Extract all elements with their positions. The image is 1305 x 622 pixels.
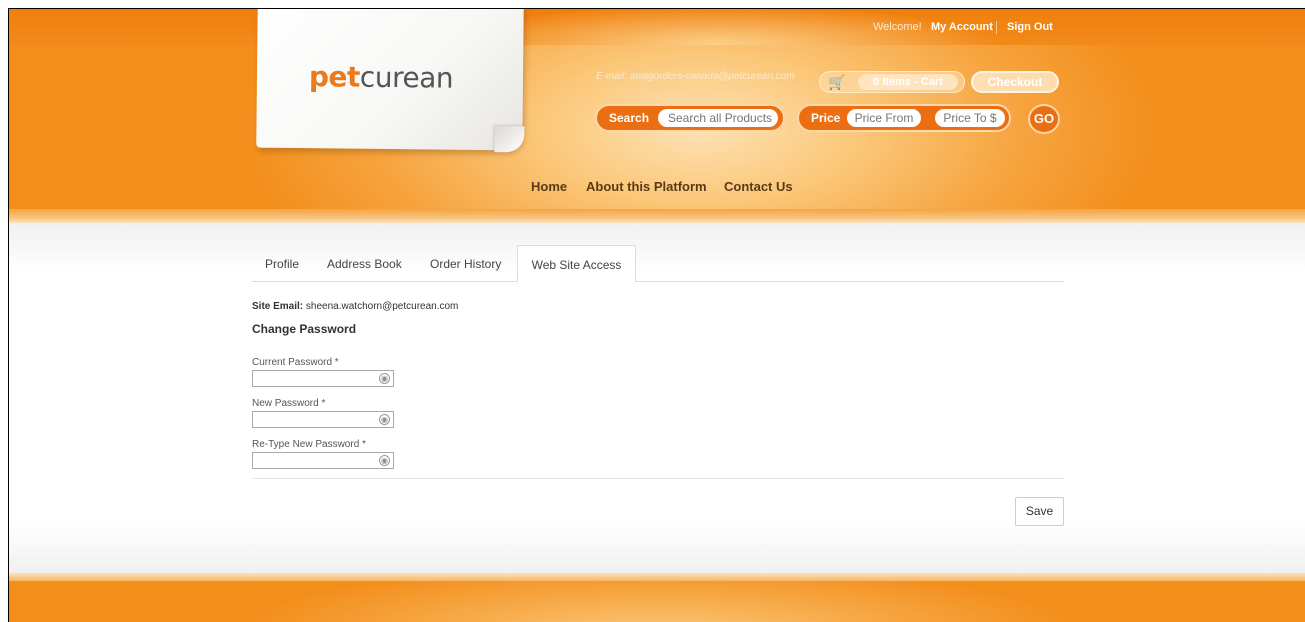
logo-curean-text: curean — [359, 60, 454, 95]
price-to-input[interactable] — [935, 109, 1005, 127]
footer-top-edge — [9, 573, 1305, 581]
welcome-text: Welcome! — [873, 21, 922, 33]
save-button[interactable]: Save — [1015, 497, 1064, 526]
logo-card[interactable]: petcurean — [256, 9, 525, 153]
tab-profile[interactable]: Profile — [265, 257, 299, 271]
nav-contact-us[interactable]: Contact Us — [724, 179, 793, 194]
site-footer — [9, 573, 1305, 622]
search-box: Search — [595, 104, 785, 132]
logo-pet-text: pet — [308, 60, 361, 94]
form-divider — [252, 478, 1064, 479]
current-password-field[interactable]: ◉ — [252, 370, 394, 387]
new-password-field[interactable]: ◉ — [252, 411, 394, 428]
tab-order-history[interactable]: Order History — [430, 257, 501, 271]
header-bottom-edge — [9, 209, 1305, 223]
contact-email[interactable]: E-mail: awagorders-canada@petcurean.com — [596, 71, 795, 82]
key-icon[interactable]: ◉ — [379, 455, 390, 466]
price-filter: Price — [797, 104, 1011, 132]
tab-address-book[interactable]: Address Book — [327, 257, 402, 271]
petcurean-logo[interactable]: petcurean — [309, 60, 453, 95]
account-content: Profile Address Book Order History Web S… — [9, 223, 1305, 573]
site-email-value: sheena.watchorn@petcurean.com — [305, 301, 459, 312]
retype-password-label: Re-Type New Password * — [252, 439, 366, 450]
retype-password-field[interactable]: ◉ — [252, 452, 394, 469]
checkout-button[interactable]: Checkout — [971, 71, 1059, 93]
account-tabs: Profile Address Book Order History Web S… — [252, 245, 1064, 283]
price-from-input[interactable] — [847, 109, 921, 127]
tab-web-site-access[interactable]: Web Site Access — [517, 245, 636, 283]
nav-home[interactable]: Home — [531, 179, 567, 194]
current-password-label: Current Password * — [252, 357, 339, 368]
change-password-heading: Change Password — [252, 322, 357, 336]
nav-about-platform[interactable]: About this Platform — [586, 179, 707, 194]
new-password-label: New Password * — [252, 398, 326, 409]
price-label: Price — [811, 111, 841, 125]
site-email-label: Site Email: — [252, 301, 304, 312]
search-label: Search — [609, 111, 650, 125]
my-account-link[interactable]: My Account — [931, 21, 993, 33]
key-icon[interactable]: ◉ — [379, 373, 390, 384]
go-button[interactable]: GO — [1028, 104, 1060, 134]
sign-out-link[interactable]: Sign Out — [1007, 21, 1053, 33]
key-icon[interactable]: ◉ — [379, 414, 390, 425]
search-input[interactable] — [658, 109, 778, 127]
site-header: petcurean Welcome! My Account Sign Out E… — [9, 9, 1305, 223]
cart-button[interactable]: 🛒 0 Items - Cart — [819, 71, 965, 93]
browser-viewport: petcurean Welcome! My Account Sign Out E… — [8, 8, 1305, 622]
logo-paper-curl — [494, 126, 525, 153]
cart-count-label: 0 Items - Cart — [858, 74, 958, 90]
site-email: Site Email: sheena.watchorn@petcurean.co… — [252, 301, 458, 312]
cart-icon: 🛒 — [828, 74, 846, 90]
header-link-separator — [996, 21, 997, 34]
